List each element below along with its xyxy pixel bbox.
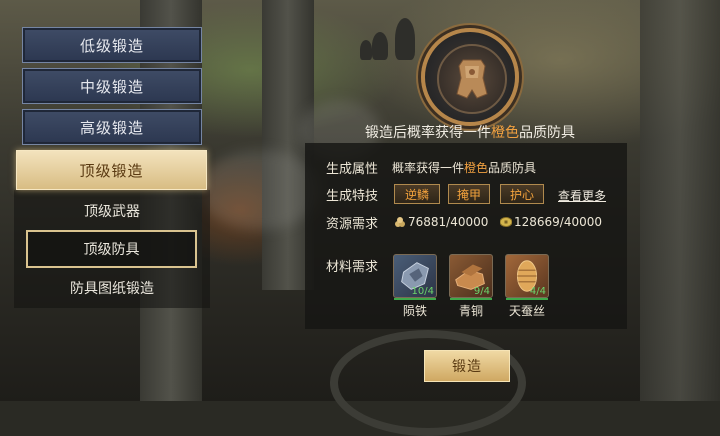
armor-preview-emblem (421, 28, 519, 126)
tier-intermediate-forge-button[interactable]: 中级锻造 (22, 68, 202, 104)
material-count: 4/4 (529, 286, 546, 297)
skill-tag-2[interactable]: 掩甲 (448, 184, 490, 204)
description-text: 品质防具 (519, 125, 575, 141)
armor-icon (456, 59, 488, 99)
tier-basic-forge-button[interactable]: 低级锻造 (22, 27, 202, 63)
attribute-text: 品质防具 (488, 161, 537, 175)
material-slot-silk-cocoon[interactable]: 4/4 (505, 254, 549, 300)
forge-result-description: 锻造后概率获得一件橙色品质防具 (340, 122, 600, 142)
material-sufficient-bar (506, 298, 548, 300)
coin-amount: 128669/40000 (514, 215, 603, 229)
skill-tag-3[interactable]: 护心 (500, 184, 544, 204)
vase-silhouette (395, 18, 415, 60)
material-sufficient-bar (450, 298, 492, 300)
coin-icon (500, 217, 512, 227)
attribute-value: 概率获得一件橙色品质防具 (392, 159, 536, 176)
anvil-ring (330, 330, 526, 436)
material-count: 9/4 (473, 286, 490, 297)
material-count: 10/4 (411, 286, 434, 297)
skill-tag-1[interactable]: 逆鳞 (394, 184, 440, 204)
resource-label: 资源需求 (326, 217, 379, 232)
attribute-text: 概率获得一件 (392, 161, 465, 175)
tier-top-forge-button[interactable]: 顶级锻造 (16, 150, 207, 190)
sub-item-top-weapon[interactable]: 顶级武器 (28, 193, 196, 229)
skill-label: 生成特技 (326, 189, 379, 204)
quality-highlight: 橙色 (464, 161, 489, 175)
tier-advanced-forge-button[interactable]: 高级锻造 (22, 109, 202, 145)
material-name: 青铜 (458, 304, 483, 318)
view-more-link[interactable]: 查看更多 (558, 187, 606, 204)
material-sufficient-bar (394, 298, 436, 300)
attribute-label: 生成属性 (326, 162, 379, 177)
material-name: 陨铁 (402, 304, 427, 318)
grain-icon (395, 217, 405, 227)
material-name: 天蚕丝 (508, 304, 545, 318)
material-slot-meteor-iron[interactable]: 10/4 (393, 254, 437, 300)
sub-item-armor-blueprint-forge[interactable]: 防具图纸锻造 (28, 270, 196, 306)
wooden-pillar (640, 0, 720, 401)
material-slot-bronze[interactable]: 9/4 (449, 254, 493, 300)
grain-amount: 76881/40000 (408, 215, 489, 229)
description-text: 锻造后概率获得一件 (365, 125, 491, 141)
quality-highlight: 橙色 (491, 125, 519, 141)
material-label: 材料需求 (326, 260, 379, 275)
smoke (200, 150, 320, 230)
sub-item-top-armor[interactable]: 顶级防具 (26, 230, 197, 268)
armor-preview-frame (437, 44, 507, 114)
vase-silhouette (372, 32, 388, 60)
vase-silhouette (360, 40, 372, 60)
forge-button[interactable]: 锻造 (424, 350, 510, 382)
